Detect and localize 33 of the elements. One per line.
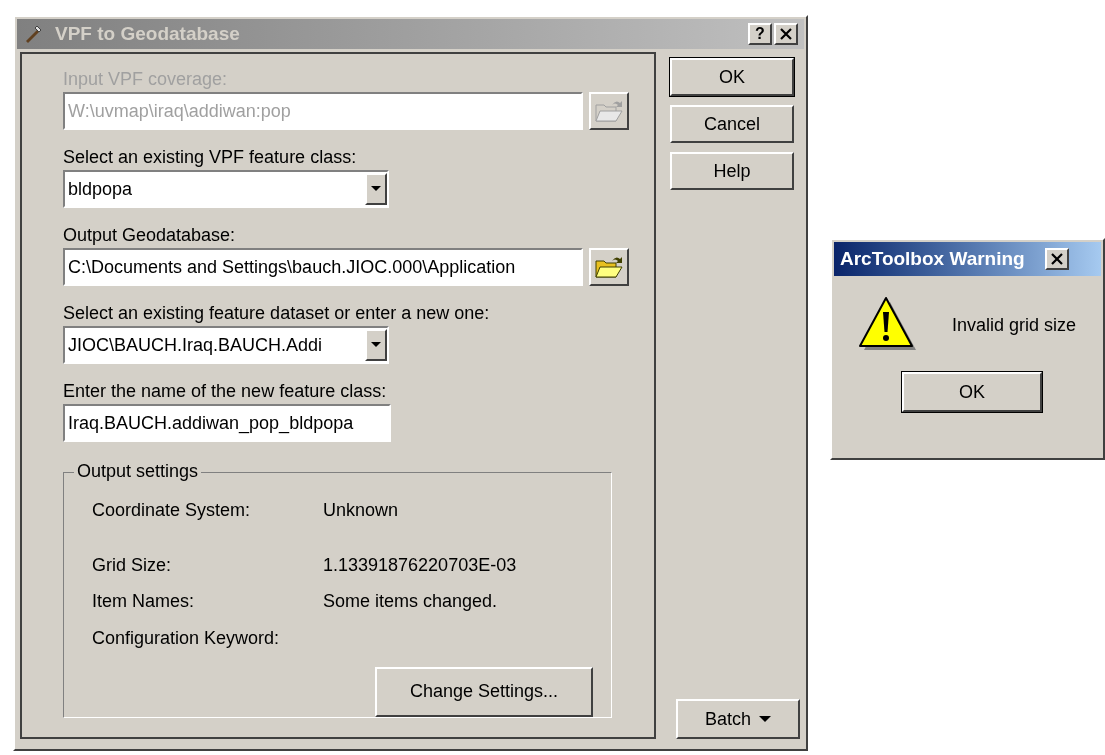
warning-message: Invalid grid size xyxy=(952,313,1077,337)
window-title: VPF to Geodatabase xyxy=(55,21,240,46)
browse-button[interactable] xyxy=(589,248,629,286)
dialog-button[interactable]: Cancel xyxy=(670,105,794,143)
dialog-button[interactable]: OK xyxy=(670,58,794,96)
ok-button[interactable]: OK xyxy=(902,372,1042,412)
field-label: Select an existing feature dataset or enter a new one: xyxy=(63,302,491,324)
change-settings-button[interactable]: Change Settings... xyxy=(375,667,593,717)
dialog-button[interactable]: Help xyxy=(670,152,794,190)
close-icon xyxy=(780,28,792,40)
close-button[interactable] xyxy=(1044,248,1069,270)
folder-icon xyxy=(594,99,624,123)
field-label: Select an existing VPF feature class: xyxy=(63,146,358,168)
text-field[interactable]: Iraq.BAUCH.addiwan_pop_bldpopa xyxy=(63,404,391,442)
text-field[interactable]: C:\Documents and Settings\bauch.JIOC.000\Application xyxy=(63,248,583,286)
window-title: ArcToolbox Warning xyxy=(840,246,1025,271)
dropdown[interactable]: bldpopa xyxy=(63,170,389,208)
setting-label: Configuration Keyword: xyxy=(92,626,281,650)
folder-icon xyxy=(594,255,624,279)
batch-button[interactable]: Batch xyxy=(676,699,800,739)
setting-value: 1.13391876220703E-03 xyxy=(323,554,517,577)
caret-icon xyxy=(759,715,771,723)
setting-label: Item Names: xyxy=(92,590,196,614)
close-icon xyxy=(1050,253,1063,265)
setting-label: Grid Size: xyxy=(92,554,173,577)
setting-label: Coordinate System: xyxy=(92,499,252,522)
help-button[interactable]: ? xyxy=(748,23,772,45)
close-button[interactable] xyxy=(774,23,798,45)
field-label: Output Geodatabase: xyxy=(63,224,237,246)
dropdown[interactable]: JIOC\BAUCH.Iraq.BAUCH.Addi xyxy=(63,326,389,364)
field-label: Enter the name of the new feature class: xyxy=(63,380,388,402)
setting-value: Some items changed. xyxy=(323,590,498,614)
setting-value: Unknown xyxy=(323,499,399,522)
